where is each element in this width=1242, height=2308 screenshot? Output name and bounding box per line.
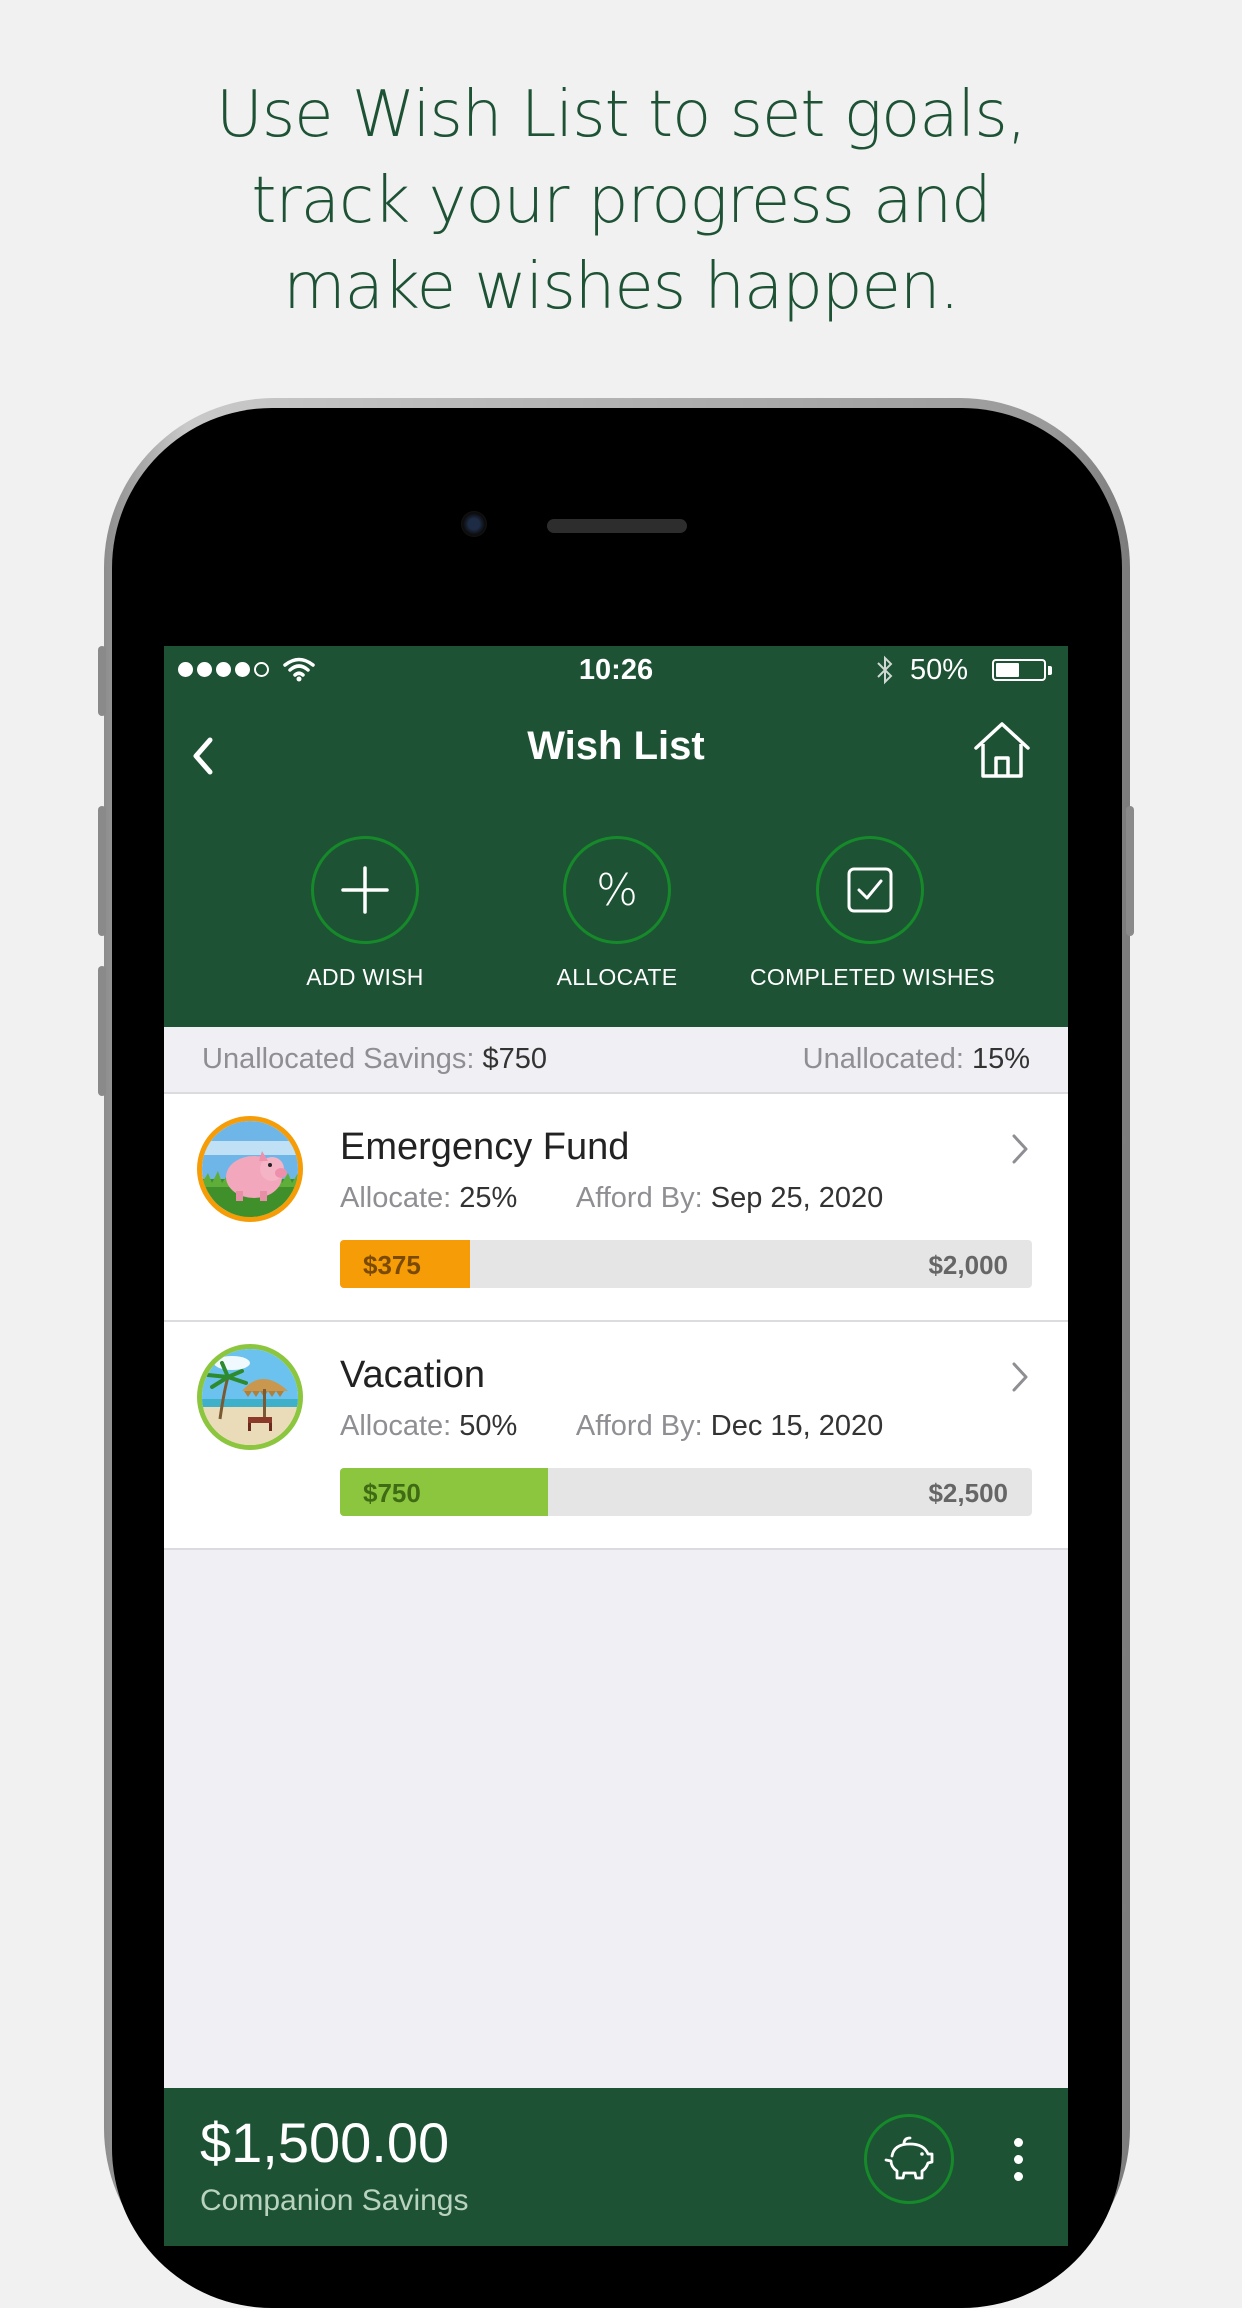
status-bar: 10:26 50% xyxy=(164,646,1068,694)
afford-by-label: Afford By: xyxy=(575,1182,703,1214)
goal-amount: $2,000 xyxy=(928,1250,1008,1280)
allocate-value: 25% xyxy=(459,1182,518,1214)
headline-line-3: make wishes happen. xyxy=(283,250,959,324)
wish-item-vacation[interactable]: Vacation Allocate: 50% Afford By: Dec 15… xyxy=(164,1322,1068,1550)
piggy-bank-button[interactable] xyxy=(864,2114,954,2204)
savings-footer: $1,500.00 Companion Savings xyxy=(164,2088,1068,2246)
page-title: Wish List xyxy=(527,724,705,768)
header: 10:26 50% Wish List ADD WISH % ALLOCATE … xyxy=(164,646,1068,1027)
afford-by-value: Dec 15, 2020 xyxy=(710,1410,884,1442)
piggy-bank-image xyxy=(197,1116,303,1222)
wish-progress-bar: $375 $2,000 xyxy=(340,1240,1032,1288)
unallocated-savings-label: Unallocated Savings: xyxy=(202,1043,475,1075)
unallocated-percent-label: Unallocated: xyxy=(802,1043,964,1075)
allocate-label: Allocate: xyxy=(340,1410,452,1442)
wish-progress-bar: $750 $2,500 xyxy=(340,1468,1032,1516)
app-screen: 10:26 50% Wish List ADD WISH % ALLOCATE … xyxy=(164,646,1068,2246)
completed-wishes-label: COMPLETED WISHES xyxy=(750,964,996,990)
earpiece-speaker xyxy=(547,519,687,533)
power-button xyxy=(1126,806,1134,936)
afford-by-value: Sep 25, 2020 xyxy=(710,1182,884,1214)
front-camera xyxy=(461,511,487,537)
piggy-bank-icon xyxy=(884,2136,934,2180)
add-wish-button[interactable]: ADD WISH xyxy=(245,836,485,991)
battery-icon xyxy=(992,659,1046,681)
unallocated-percent-value: 15% xyxy=(971,1043,1030,1075)
wish-name: Emergency Fund xyxy=(340,1126,630,1168)
allocate-button[interactable]: % ALLOCATE xyxy=(497,836,737,991)
volume-up-button xyxy=(98,806,106,936)
volume-down-button xyxy=(98,966,106,1096)
mute-switch xyxy=(98,646,106,716)
unallocated-savings: Unallocated Savings: $750 xyxy=(202,1043,547,1076)
wish-item-emergency-fund[interactable]: Emergency Fund Allocate: 25% Afford By: … xyxy=(164,1094,1068,1322)
wish-name: Vacation xyxy=(340,1354,486,1396)
saved-amount: $375 xyxy=(363,1250,421,1280)
more-options-icon[interactable] xyxy=(1014,2138,1026,2198)
allocate-value: 50% xyxy=(459,1410,518,1442)
add-wish-label: ADD WISH xyxy=(306,964,424,990)
unallocated-percent: Unallocated: 15% xyxy=(803,1043,1030,1076)
goal-amount: $2,500 xyxy=(928,1478,1008,1508)
unallocated-savings-value: $750 xyxy=(482,1043,548,1075)
chevron-right-icon xyxy=(1012,1362,1028,1392)
wish-details: Allocate: 25% Afford By: Sep 25, 2020 xyxy=(340,1182,883,1215)
unallocated-summary: Unallocated Savings: $750 Unallocated: 1… xyxy=(164,1027,1068,1094)
marketing-headline: Use Wish List to set goals, track your p… xyxy=(0,72,1242,330)
completed-wishes-button[interactable]: COMPLETED WISHES xyxy=(750,836,996,991)
chevron-right-icon xyxy=(1012,1134,1028,1164)
allocate-label: Allocate: xyxy=(340,1182,452,1214)
allocate-label: ALLOCATE xyxy=(556,964,678,990)
savings-amount: $1,500.00 xyxy=(200,2111,450,2174)
saved-amount: $750 xyxy=(363,1478,421,1508)
checkbox-icon xyxy=(816,836,924,944)
battery-tip xyxy=(1048,666,1052,675)
plus-icon xyxy=(311,836,419,944)
percent-icon: % xyxy=(563,836,671,944)
wish-details: Allocate: 50% Afford By: Dec 15, 2020 xyxy=(340,1410,883,1443)
battery-percent: 50% xyxy=(910,654,969,686)
beach-umbrella-image xyxy=(197,1344,303,1450)
savings-account-label: Companion Savings xyxy=(200,2184,469,2217)
home-icon[interactable] xyxy=(970,718,1034,782)
bluetooth-icon xyxy=(877,655,893,685)
afford-by-label: Afford By: xyxy=(575,1410,703,1442)
headline-line-1: Use Wish List to set goals, xyxy=(215,78,1027,152)
headline-line-2: track your progress and xyxy=(251,164,991,238)
